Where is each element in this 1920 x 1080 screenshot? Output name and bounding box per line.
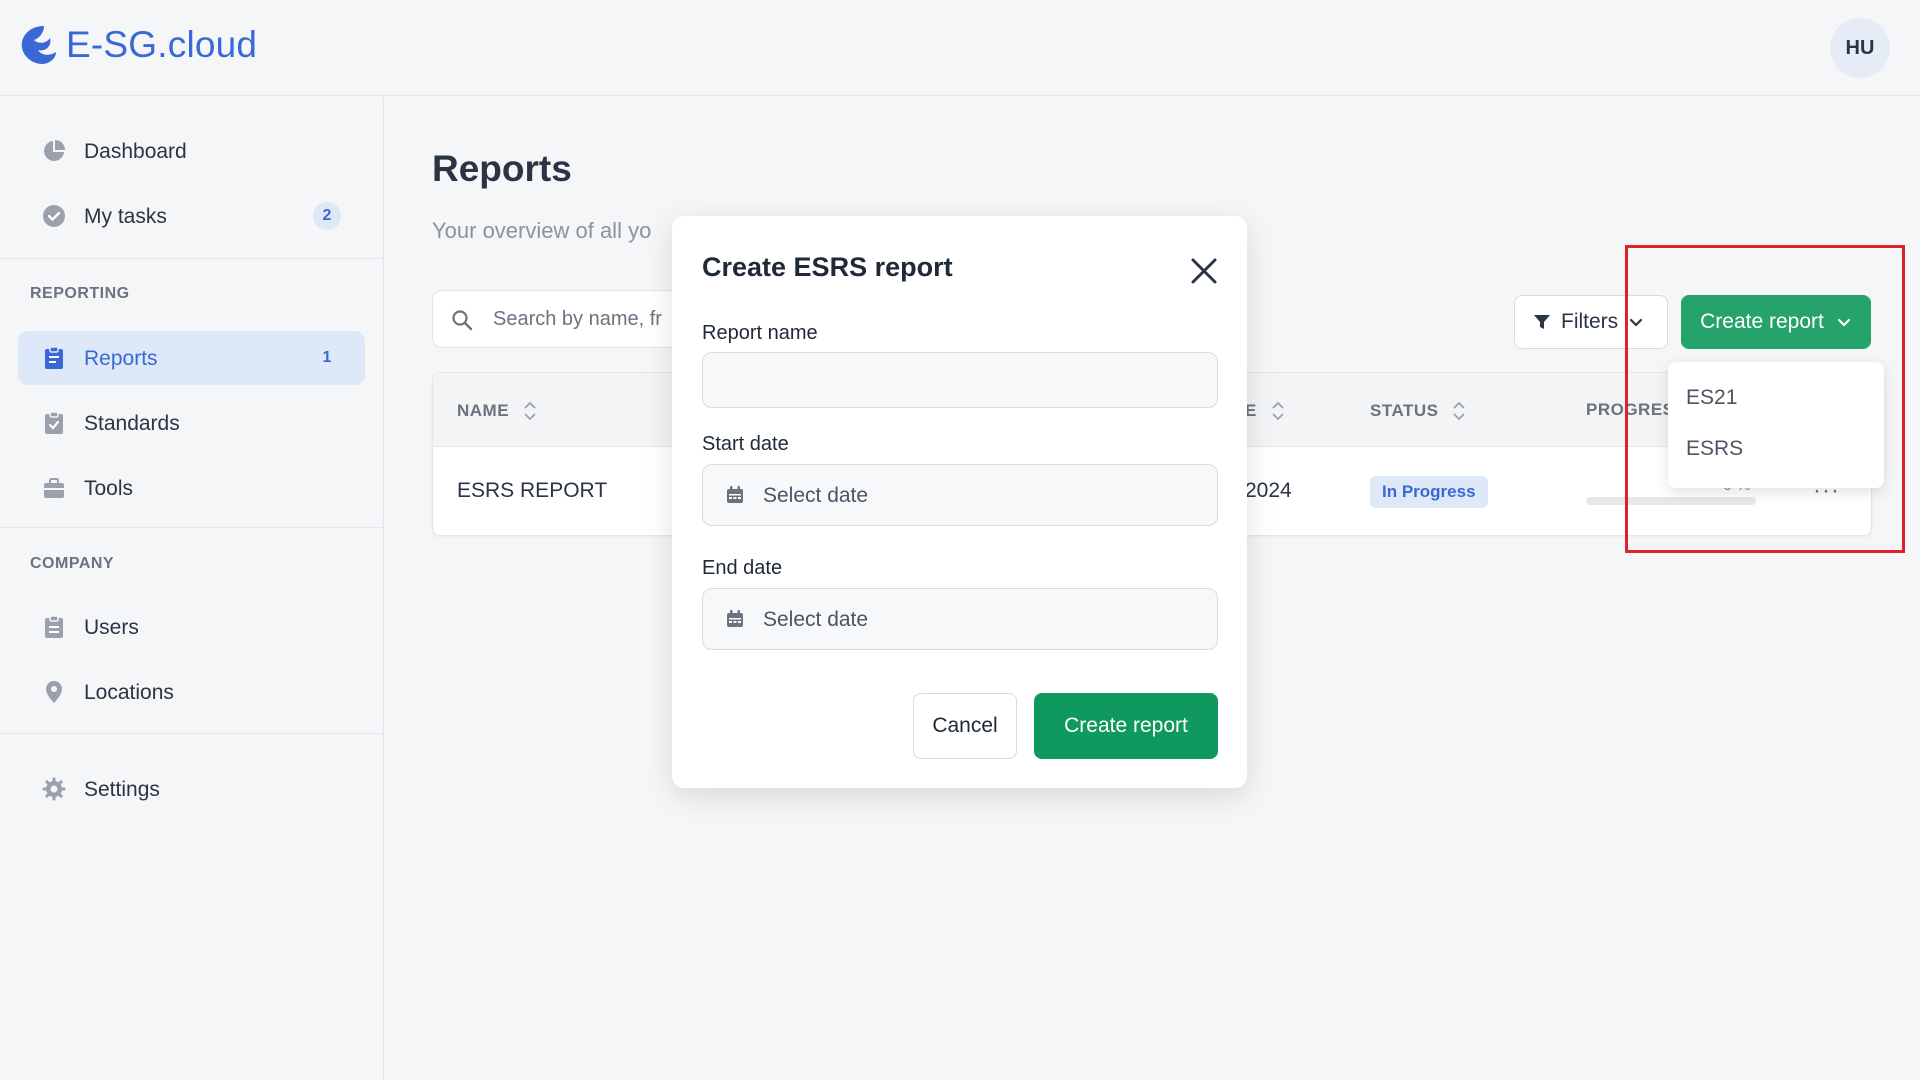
start-date-label: Start date — [702, 433, 789, 455]
sidebar-item-label: Standards — [84, 412, 180, 435]
sidebar-item-locations[interactable]: Locations — [18, 665, 365, 719]
sort-icon — [1453, 401, 1466, 421]
report-name-cell: ESRS REPORT — [457, 479, 608, 502]
close-icon[interactable] — [1189, 256, 1219, 286]
user-avatar[interactable]: HU — [1830, 18, 1890, 78]
report-date-cell: 2024 — [1245, 479, 1292, 502]
column-header-status[interactable]: STATUS — [1370, 400, 1466, 422]
section-title-reporting: REPORTING — [30, 285, 130, 302]
report-name-label: Report name — [702, 322, 818, 344]
end-date-field[interactable]: Select date — [702, 588, 1218, 650]
section-title-company: COMPANY — [30, 555, 115, 572]
logo-mark-icon — [21, 26, 56, 64]
reports-count-badge: 1 — [322, 349, 332, 366]
filters-label: Filters — [1561, 310, 1619, 333]
page-title: Reports — [432, 148, 572, 189]
page-subtitle: Your overview of all yo — [432, 218, 652, 243]
modal-title: Create ESRS report — [702, 252, 953, 282]
sidebar-item-label: Reports — [84, 347, 158, 370]
sidebar-item-dashboard[interactable]: Dashboard — [18, 124, 365, 178]
cancel-button[interactable]: Cancel — [913, 693, 1017, 759]
sidebar-item-my-tasks[interactable]: My tasks 2 — [18, 189, 365, 243]
clipboard-check-icon — [45, 411, 63, 434]
sidebar-item-label: My tasks — [84, 205, 167, 228]
start-date-field[interactable]: Select date — [702, 464, 1218, 526]
calendar-icon — [727, 486, 743, 503]
status-badge: In Progress — [1370, 476, 1488, 508]
search-icon — [452, 310, 473, 331]
sidebar-item-reports[interactable]: Reports 1 — [18, 331, 365, 385]
sidebar-item-label: Users — [84, 616, 139, 639]
report-name-field[interactable] — [702, 352, 1218, 408]
sidebar-item-users[interactable]: Users — [18, 600, 365, 654]
sidebar-divider — [0, 258, 383, 259]
sidebar-item-label: Tools — [84, 477, 134, 500]
sidebar-divider — [0, 733, 383, 734]
sidebar-item-label: Dashboard — [84, 140, 187, 163]
sidebar-item-tools[interactable]: Tools — [18, 461, 365, 515]
create-report-button[interactable]: Create report — [1034, 693, 1218, 759]
sidebar: Dashboard My tasks 2 REPORTING Reports 1… — [0, 97, 384, 1080]
filter-icon — [1534, 315, 1550, 329]
sidebar-item-settings[interactable]: Settings — [18, 762, 365, 816]
create-report-modal: Create ESRS report Report name Start dat… — [672, 216, 1247, 788]
briefcase-icon — [44, 478, 64, 498]
end-date-label: End date — [702, 557, 783, 579]
clipboard-icon — [45, 346, 63, 369]
logo[interactable]: E-SG.cloud — [16, 22, 257, 68]
users-icon — [45, 615, 63, 638]
sidebar-divider — [0, 527, 383, 528]
sidebar-item-label: Settings — [84, 778, 160, 801]
calendar-icon — [727, 610, 743, 627]
column-header-name[interactable]: NAME — [457, 400, 537, 422]
highlight-box — [1625, 245, 1905, 553]
gear-icon — [42, 777, 66, 801]
start-date-placeholder: Select date — [763, 484, 869, 507]
logo-text: E-SG.cloud — [66, 24, 258, 65]
sort-icon — [1272, 401, 1284, 421]
sort-icon — [524, 401, 536, 421]
top-header: E-SG.cloud HU — [0, 0, 1920, 96]
column-header-date[interactable]: E — [1245, 400, 1285, 422]
end-date-placeholder: Select date — [763, 608, 869, 631]
map-pin-icon — [46, 681, 62, 703]
sidebar-item-label: Locations — [84, 681, 174, 704]
sidebar-item-standards[interactable]: Standards — [18, 396, 365, 450]
pie-chart-icon — [44, 140, 65, 161]
check-circle-icon — [43, 205, 65, 227]
tasks-count-badge: 2 — [313, 202, 341, 230]
